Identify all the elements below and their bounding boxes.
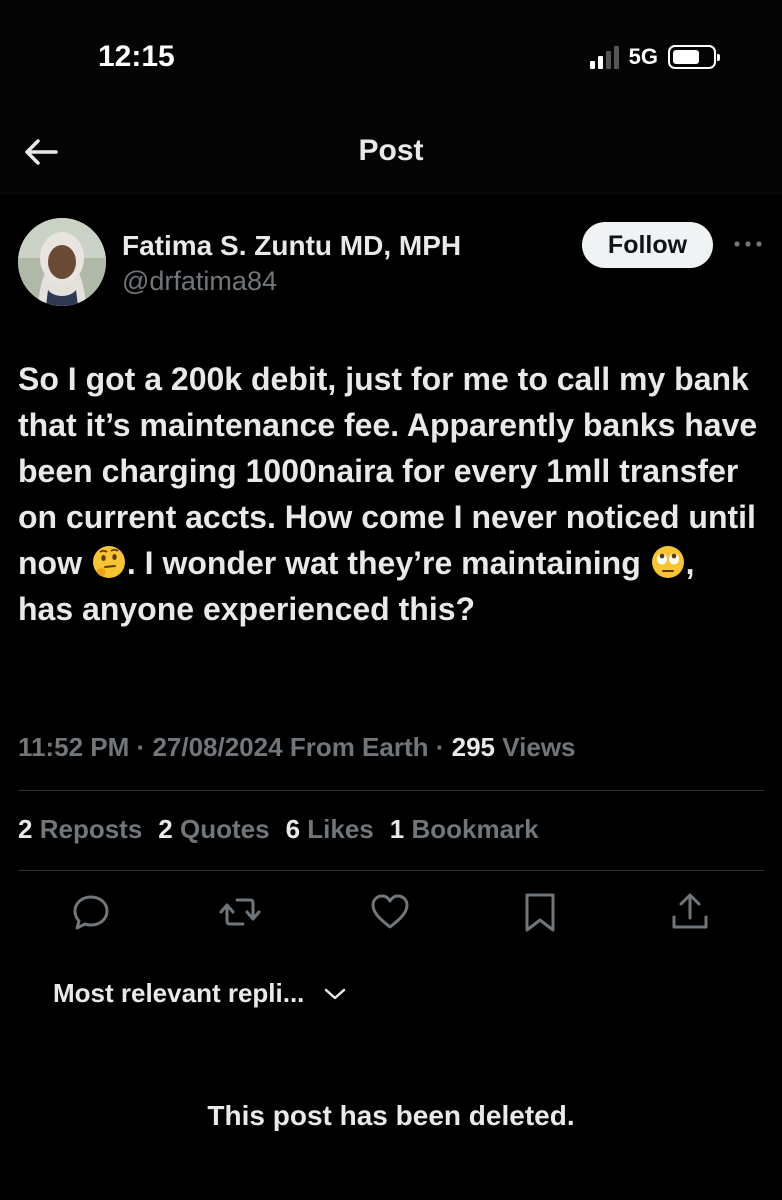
more-horizontal-icon[interactable] (732, 232, 764, 256)
post-source: From Earth (289, 732, 429, 762)
stat-count: 1 (389, 814, 405, 844)
like-icon[interactable] (368, 890, 412, 934)
stat-label: Bookmark (411, 814, 539, 844)
stat-reposts[interactable]: 2 Reposts (18, 814, 142, 845)
stat-label: Likes (307, 814, 374, 844)
post-text: So I got a 200k debit, just for me to ca… (18, 356, 758, 632)
post-time[interactable]: 11:52 PM (18, 732, 129, 762)
top-bar: Post (0, 110, 782, 195)
views-count: 295 (451, 732, 496, 762)
page-title: Post (358, 134, 424, 167)
face-with-rolling-eyes-emoji (650, 544, 686, 580)
status-bar: 12:15 5G (0, 0, 782, 110)
deleted-post-notice: This post has been deleted. (207, 1100, 575, 1131)
battery-icon (668, 45, 720, 69)
post-author: Fatima S. Zuntu MD, MPH @drfatima84 Foll… (18, 218, 764, 310)
network-label: 5G (628, 44, 658, 69)
stat-count: 6 (285, 814, 301, 844)
post-text-part-2: . I wonder wat they’re maintaining (126, 545, 650, 581)
chevron-down-icon (322, 978, 348, 1009)
reply-icon[interactable] (69, 890, 113, 934)
meta-separator: · (435, 732, 445, 762)
follow-button[interactable]: Follow (582, 222, 713, 268)
avatar[interactable] (18, 218, 106, 306)
bookmark-icon[interactable] (518, 890, 562, 934)
signal-icon (589, 45, 619, 69)
sort-label: Most relevant repli... (53, 978, 305, 1008)
meta-separator: · (136, 732, 146, 762)
share-icon[interactable] (668, 890, 712, 934)
stat-label: Reposts (39, 814, 143, 844)
stat-count: 2 (18, 814, 33, 844)
divider (18, 870, 764, 871)
author-name[interactable]: Fatima S. Zuntu MD, MPH (122, 230, 461, 262)
replies-sort-dropdown[interactable]: Most relevant repli... (53, 978, 348, 1009)
post-date[interactable]: 27/08/2024 (152, 732, 282, 762)
divider (18, 790, 764, 791)
status-time: 12:15 (98, 40, 175, 73)
action-bar (0, 890, 782, 940)
engagement-stats: 2 Reposts 2 Quotes 6 Likes 1 Bookmark (18, 814, 555, 845)
repost-icon[interactable] (218, 890, 262, 934)
status-indicators: 5G (589, 44, 720, 70)
thinking-face-emoji (91, 544, 127, 580)
stat-count: 2 (158, 814, 173, 844)
stat-bookmarks[interactable]: 1 Bookmark (390, 814, 539, 845)
stat-quotes[interactable]: 2 Quotes (158, 814, 269, 845)
stat-label: Quotes (179, 814, 270, 844)
views-label: Views (502, 732, 576, 762)
post-meta: 11:52 PM · 27/08/2024 From Earth · 295 V… (18, 732, 576, 763)
stat-likes[interactable]: 6 Likes (286, 814, 374, 845)
author-handle[interactable]: @drfatima84 (122, 266, 277, 297)
